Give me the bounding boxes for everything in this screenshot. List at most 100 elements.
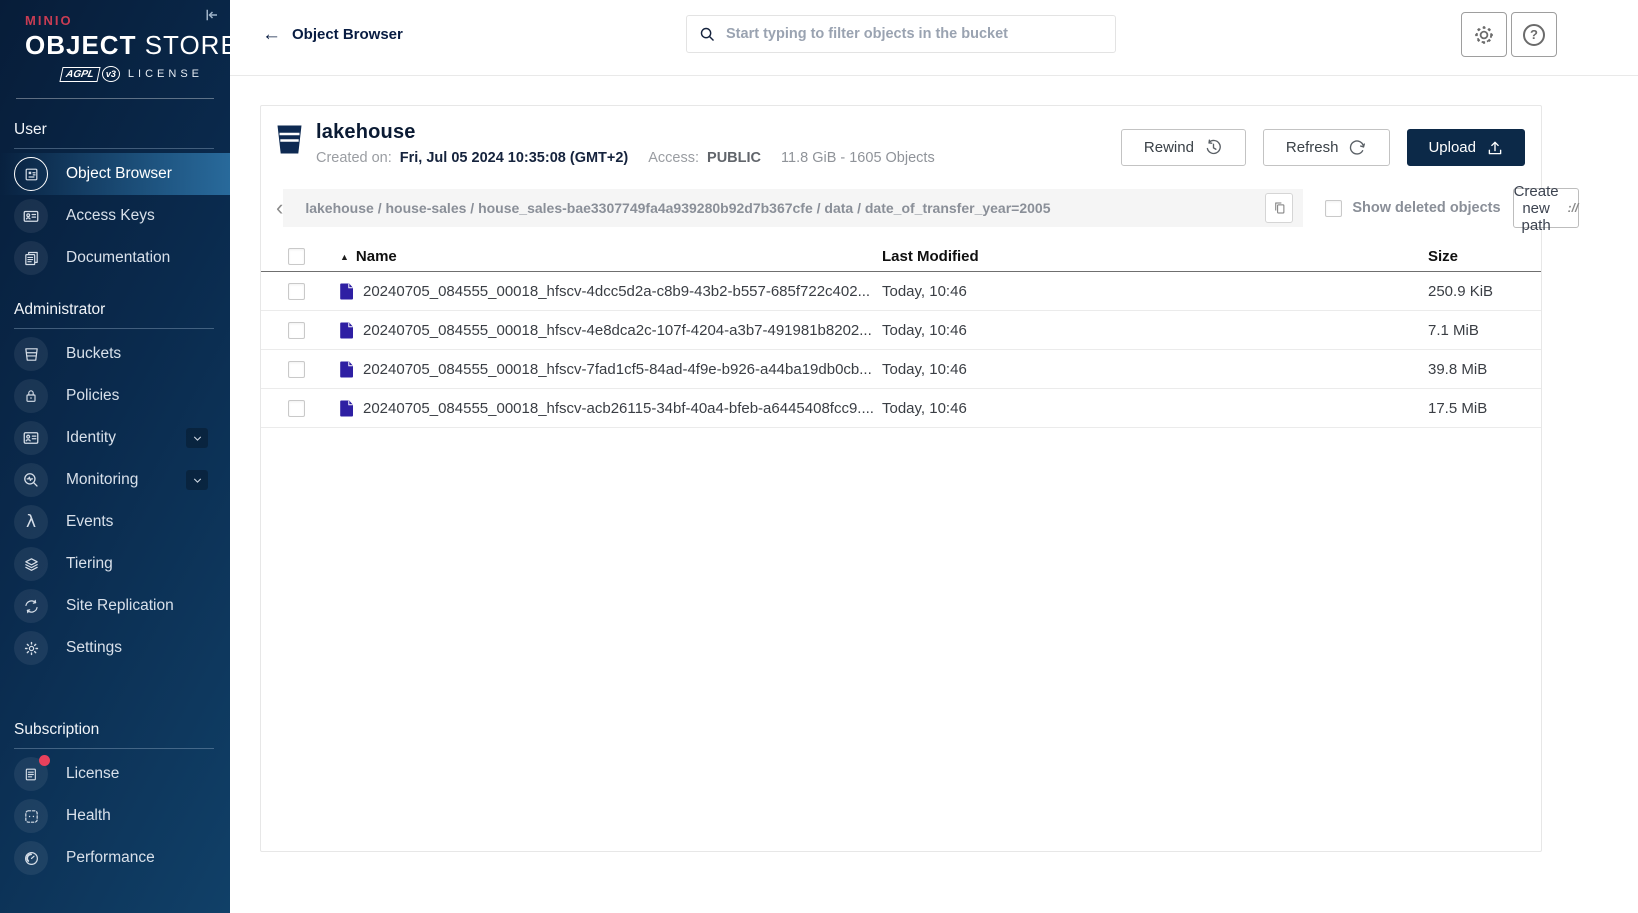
license-icon — [14, 757, 48, 791]
sidebar-item-access-keys[interactable]: Access Keys — [0, 195, 230, 237]
show-deleted-label: Show deleted objects — [1352, 200, 1500, 216]
table-row[interactable]: 20240705_084555_00018_hfscv-4e8dca2c-107… — [261, 311, 1541, 350]
breadcrumb-path[interactable]: lakehouse / house-sales / house_sales-ba… — [305, 200, 1265, 216]
monitoring-icon — [14, 463, 48, 497]
section-label: Administrator — [0, 293, 230, 328]
section-divider — [14, 148, 214, 149]
back-arrow-icon[interactable]: ← — [262, 24, 281, 46]
bucket-actions: Rewind Refresh Upload — [1121, 121, 1525, 166]
sidebar-item-label: Object Browser — [66, 165, 172, 183]
agpl-badge: AGPL — [60, 67, 101, 82]
object-name[interactable]: 20240705_084555_00018_hfscv-acb26115-34b… — [363, 400, 882, 417]
refresh-button[interactable]: Refresh — [1263, 129, 1391, 166]
object-last-modified: Today, 10:46 — [882, 322, 1428, 339]
copy-path-button[interactable] — [1265, 193, 1293, 223]
object-name[interactable]: 20240705_084555_00018_hfscv-4dcc5d2a-c8b… — [363, 283, 882, 300]
chevron-down-icon[interactable] — [186, 428, 208, 448]
sidebar-item-policies[interactable]: Policies — [0, 375, 230, 417]
sidebar-item-label: Policies — [66, 387, 119, 405]
sidebar-item-label: Access Keys — [66, 207, 155, 225]
object-last-modified: Today, 10:46 — [882, 400, 1428, 417]
help-button[interactable]: ? — [1511, 12, 1557, 57]
logo-divider — [16, 98, 214, 99]
select-all-checkbox[interactable] — [288, 248, 305, 265]
agpl-version-badge: v3 — [102, 66, 120, 82]
sidebar-item-label: Identity — [66, 429, 116, 447]
sidebar-section: UserObject BrowserAccess KeysDocumentati… — [0, 113, 230, 279]
search-input[interactable] — [726, 26, 1103, 42]
sidebar-item-label: Health — [66, 807, 111, 825]
license-badge-row: AGPLv3 LICENSE — [25, 64, 205, 82]
sidebar-item-health[interactable]: Health — [0, 795, 230, 837]
documentation-icon — [14, 241, 48, 275]
bucket-browser-panel: lakehouse Created on: Fri, Jul 05 2024 1… — [260, 105, 1542, 852]
sort-asc-icon[interactable]: ▲ — [340, 252, 349, 262]
row-checkbox[interactable] — [288, 322, 305, 339]
table-row[interactable]: 20240705_084555_00018_hfscv-7fad1cf5-84a… — [261, 350, 1541, 389]
chevron-down-icon[interactable] — [186, 470, 208, 490]
new-path-icon: :// — [1568, 201, 1579, 215]
page-title: Object Browser — [292, 26, 403, 43]
settings-button[interactable] — [1461, 12, 1507, 57]
access-label: Access: — [648, 150, 699, 166]
section-divider — [14, 748, 214, 749]
create-new-path-button[interactable]: Create new path :// — [1513, 188, 1580, 228]
sidebar-item-identity[interactable]: Identity — [0, 417, 230, 459]
license-wordmark: LICENSE — [128, 68, 203, 80]
sidebar-item-settings[interactable]: Settings — [0, 627, 230, 669]
bucket-header: lakehouse Created on: Fri, Jul 05 2024 1… — [261, 106, 1541, 176]
sidebar-item-tiering[interactable]: Tiering — [0, 543, 230, 585]
sidebar-section: Administrator Buckets Policies Identity Moni… — [0, 293, 230, 669]
column-header-name[interactable]: ▲ Name — [340, 248, 882, 265]
sidebar-item-object-browser[interactable]: Object Browser — [0, 153, 230, 195]
column-header-last-modified[interactable]: Last Modified — [882, 248, 1428, 265]
sidebar-item-events[interactable]: λEvents — [0, 501, 230, 543]
row-checkbox[interactable] — [288, 400, 305, 417]
upload-button[interactable]: Upload — [1407, 129, 1525, 166]
row-checkbox[interactable] — [288, 361, 305, 378]
sidebar-item-documentation[interactable]: Documentation — [0, 237, 230, 279]
column-header-size[interactable]: Size — [1428, 248, 1541, 265]
breadcrumb-back-icon[interactable]: ‹ — [276, 189, 283, 227]
show-deleted-toggle[interactable]: Show deleted objects — [1325, 200, 1500, 217]
object-name[interactable]: 20240705_084555_00018_hfscv-7fad1cf5-84a… — [363, 361, 882, 378]
rewind-button[interactable]: Rewind — [1121, 129, 1246, 166]
brand-wordmark: MINIO — [25, 13, 205, 28]
show-deleted-checkbox[interactable] — [1325, 200, 1342, 217]
bucket-name: lakehouse — [316, 121, 935, 144]
breadcrumb-row: ‹ lakehouse / house-sales / house_sales-… — [276, 188, 1526, 228]
sidebar-item-buckets[interactable]: Buckets — [0, 333, 230, 375]
object-name[interactable]: 20240705_084555_00018_hfscv-4e8dca2c-107… — [363, 322, 882, 339]
events-icon: λ — [14, 505, 48, 539]
notification-dot — [39, 755, 50, 766]
created-on-value: Fri, Jul 05 2024 10:35:08 (GMT+2) — [400, 150, 628, 166]
help-icon: ? — [1523, 24, 1545, 46]
row-checkbox[interactable] — [288, 283, 305, 300]
sidebar-item-license[interactable]: License — [0, 753, 230, 795]
object-size: 250.9 KiB — [1428, 283, 1541, 300]
sidebar-item-label: Performance — [66, 849, 155, 867]
sidebar-item-site-replication[interactable]: Site Replication — [0, 585, 230, 627]
object-size: 7.1 MiB — [1428, 322, 1541, 339]
sidebar-item-monitoring[interactable]: Monitoring — [0, 459, 230, 501]
table-row[interactable]: 20240705_084555_00018_hfscv-4dcc5d2a-c8b… — [261, 272, 1541, 311]
file-icon — [340, 400, 354, 417]
search-icon — [699, 26, 716, 43]
tiering-icon — [14, 547, 48, 581]
object-size: 39.8 MiB — [1428, 361, 1541, 378]
refresh-icon — [1348, 138, 1367, 157]
object-filter-search[interactable] — [686, 15, 1116, 53]
table-row[interactable]: 20240705_084555_00018_hfscv-acb26115-34b… — [261, 389, 1541, 428]
policies-icon — [14, 379, 48, 413]
sidebar-item-performance[interactable]: Performance — [0, 837, 230, 879]
created-on-label: Created on: — [316, 150, 392, 166]
sidebar-item-label: Settings — [66, 639, 122, 657]
minio-logo: MINIO OBJECT STORE AGPLv3 LICENSE — [0, 0, 230, 82]
object-browser-icon — [14, 157, 48, 191]
collapse-sidebar-icon[interactable] — [202, 6, 220, 24]
site-replication-icon — [14, 589, 48, 623]
sidebar-section: SubscriptionLicenseHealthPerformance — [0, 713, 230, 879]
product-wordmark: OBJECT STORE — [25, 30, 205, 61]
gear-icon — [1472, 23, 1496, 47]
table-header: ▲ Name Last Modified Size — [261, 242, 1541, 272]
